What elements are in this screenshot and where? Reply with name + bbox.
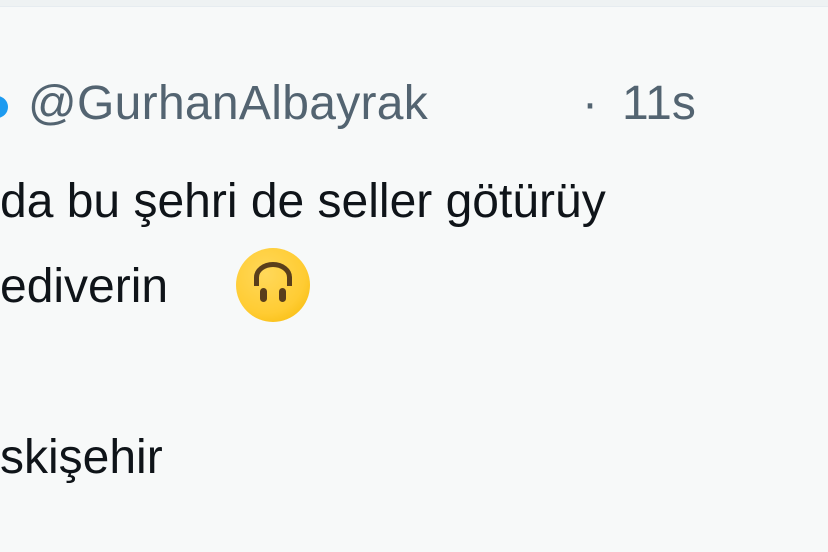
timestamp[interactable]: 11s: [622, 74, 696, 134]
upside-down-face-icon: [236, 248, 310, 322]
author-handle[interactable]: @GurhanAlbayrak: [28, 74, 428, 134]
tweet-text-line-2: ediverin: [0, 260, 169, 313]
emoji-right-eye: [279, 288, 286, 302]
meta-separator: ·: [582, 77, 598, 130]
emoji-left-eye: [260, 288, 267, 302]
verified-badge-icon: [0, 96, 8, 118]
tweet[interactable]: @GurhanAlbayrak · 11s da bu şehri de sel…: [0, 0, 828, 552]
tweet-header: @GurhanAlbayrak · 11s: [0, 72, 828, 136]
tweet-text-line-3: skişehir: [0, 431, 163, 484]
tweet-text-line-1: da bu şehri de seller götürüy: [0, 175, 606, 228]
emoji-mouth: [254, 262, 292, 286]
